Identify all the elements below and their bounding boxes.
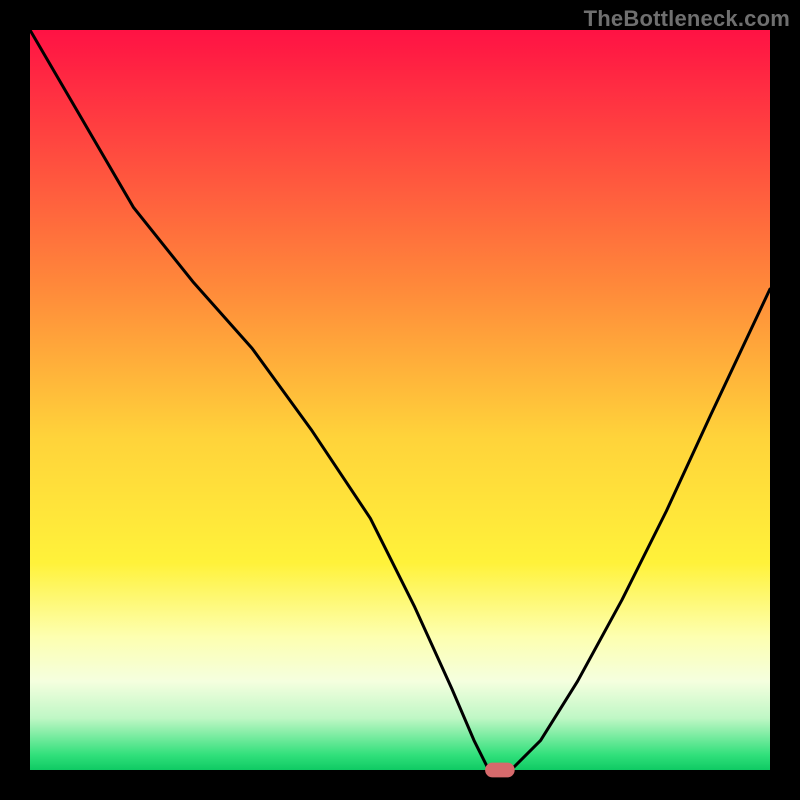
chart-stage: TheBottleneck.com: [0, 0, 800, 800]
plot-background: [30, 30, 770, 770]
bottleneck-chart: [0, 0, 800, 800]
optimal-marker: [485, 763, 515, 778]
